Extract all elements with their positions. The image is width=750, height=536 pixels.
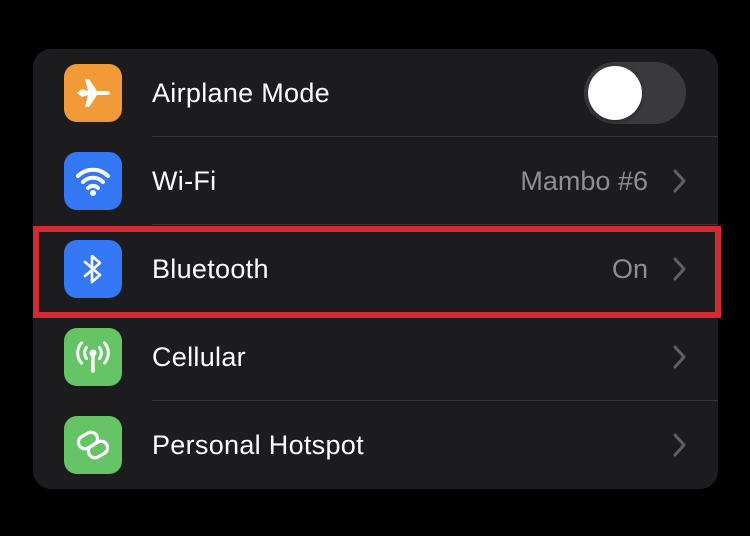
hotspot-link-icon — [64, 416, 122, 474]
bluetooth-label: Bluetooth — [152, 254, 269, 284]
airplane-mode-toggle[interactable] — [584, 62, 686, 124]
chevron-right-icon — [673, 169, 686, 193]
bluetooth-icon — [64, 240, 122, 298]
personal-hotspot-label: Personal Hotspot — [152, 430, 364, 460]
settings-row-wifi[interactable]: Wi-Fi Mambo #6 — [33, 137, 718, 225]
cellular-label: Cellular — [152, 342, 246, 372]
wifi-label: Wi-Fi — [152, 166, 217, 196]
chevron-right-icon — [673, 257, 686, 281]
chevron-right-icon — [673, 433, 686, 457]
bluetooth-status-value: On — [611, 254, 648, 284]
toggle-knob — [588, 66, 642, 120]
wifi-network-value: Mambo #6 — [520, 166, 648, 196]
airplane-icon — [64, 64, 122, 122]
settings-row-cellular[interactable]: Cellular — [33, 313, 718, 401]
settings-row-airplane-mode[interactable]: Airplane Mode — [33, 49, 718, 137]
settings-row-bluetooth[interactable]: Bluetooth On — [33, 225, 718, 313]
wifi-icon — [64, 152, 122, 210]
cellular-antenna-icon — [64, 328, 122, 386]
airplane-mode-label: Airplane Mode — [152, 78, 331, 108]
settings-card: Airplane Mode Wi-Fi Mambo #6 Bluetooth O… — [33, 49, 718, 489]
settings-row-personal-hotspot[interactable]: Personal Hotspot — [33, 401, 718, 489]
chevron-right-icon — [673, 345, 686, 369]
